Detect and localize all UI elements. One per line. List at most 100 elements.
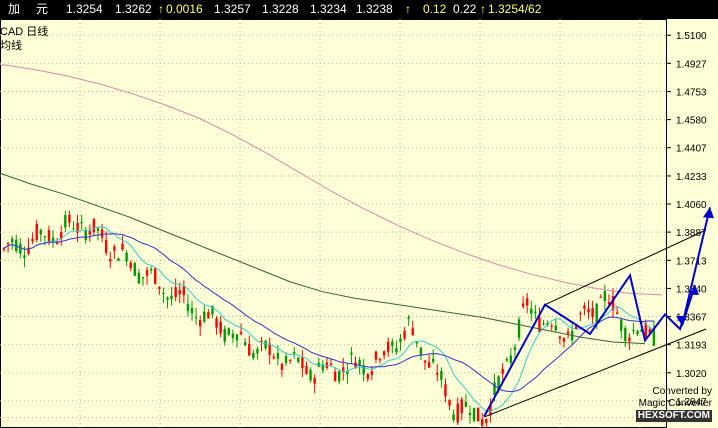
candle-body <box>436 372 439 375</box>
candle-body <box>113 246 116 251</box>
candle-body <box>509 355 513 363</box>
candle-body <box>125 252 128 262</box>
candle-body <box>43 236 47 238</box>
symbol-label: CAD 日线 均线 <box>0 25 48 53</box>
candle-body <box>431 358 435 362</box>
last-price: 1.3254/62 <box>488 2 542 16</box>
symbol-name: CAD 日线 <box>0 26 49 38</box>
candle-body <box>170 295 173 299</box>
candle-body <box>513 347 517 350</box>
candle-body <box>149 268 153 271</box>
candle-body <box>133 263 136 276</box>
candle-body <box>538 317 541 332</box>
candle-body <box>121 243 124 250</box>
candle-body <box>203 311 206 322</box>
candle-body <box>293 352 296 354</box>
candle-body <box>219 321 222 334</box>
candle-body <box>615 312 619 314</box>
candle-body <box>419 347 423 356</box>
y-tick-label: 1.4060 <box>676 200 707 211</box>
candle-body <box>350 352 353 355</box>
candle-body <box>162 292 165 295</box>
candle-body <box>423 360 427 363</box>
candle-body <box>370 371 374 375</box>
candle-body <box>104 239 108 253</box>
candle-body <box>444 384 447 397</box>
ma-very-long-line <box>0 63 663 296</box>
candle-body <box>566 331 570 334</box>
candle-body <box>358 359 361 365</box>
candle-body <box>366 374 369 379</box>
candle-body <box>264 340 267 349</box>
candle-body <box>129 262 132 269</box>
candle-body <box>276 352 280 359</box>
candle-body <box>154 268 157 284</box>
header-title-b: 元 <box>36 2 49 16</box>
candle-body <box>64 215 67 228</box>
candle-body <box>456 403 459 423</box>
candle-body <box>288 360 292 362</box>
candle-body <box>636 330 639 335</box>
candle-body <box>476 407 480 422</box>
header-title-a: 加 <box>8 2 21 16</box>
candle-body <box>554 325 558 331</box>
last-arrow-icon: ↑ <box>480 2 486 16</box>
candle-body <box>464 402 468 407</box>
candle-body <box>145 270 149 276</box>
delta-2: 0.22 <box>453 2 477 16</box>
candle-body <box>534 311 537 314</box>
candle-body <box>96 228 100 231</box>
symbol-indicator: 均线 <box>0 40 22 52</box>
candle-body <box>256 348 259 354</box>
open-price: 1.3254 <box>66 2 103 16</box>
candle-body <box>579 313 582 315</box>
candle-body <box>440 370 443 380</box>
ma-long-line <box>0 172 646 345</box>
candle-body <box>562 338 566 342</box>
candle-body <box>223 328 226 342</box>
y-tick-label: 1.3193 <box>676 341 707 352</box>
candle-body <box>100 229 104 238</box>
candle-body <box>72 228 75 230</box>
candle-body <box>558 336 562 339</box>
candle-body <box>35 224 38 240</box>
candle-body <box>599 296 602 298</box>
candle-body <box>194 316 198 318</box>
candle-body <box>186 303 190 312</box>
candle-body <box>252 352 255 358</box>
candle-body <box>505 358 508 361</box>
candle-body <box>591 307 594 318</box>
candle-body <box>305 365 308 374</box>
candle-body <box>297 357 300 363</box>
candle-body <box>378 359 382 361</box>
candle-body <box>80 221 83 224</box>
candle-body <box>403 331 406 339</box>
candle-body <box>485 418 488 424</box>
candle-body <box>382 351 386 356</box>
candle-body <box>10 238 14 243</box>
change-value: 0.0016 <box>166 2 203 16</box>
candle-body <box>174 287 177 298</box>
candle-body <box>235 334 239 341</box>
watermark-line-3: HEXSOFT.COM <box>635 410 712 422</box>
candle-body <box>411 328 414 336</box>
candle-body <box>632 330 635 332</box>
quote-header: 加 元 1.3254 1.3262 ↑ 0.0016 1.3257 1.3228… <box>0 0 718 19</box>
candle-body <box>117 258 120 261</box>
y-tick-label: 1.4927 <box>676 59 707 70</box>
candle-body <box>329 363 333 365</box>
candle-body <box>47 230 51 243</box>
candle-body <box>284 356 288 363</box>
candle-body <box>31 238 34 242</box>
price-1: 1.3257 <box>214 2 251 16</box>
watermark: Converted by Magic Converter HEXSOFT.COM <box>635 386 712 422</box>
candle-body <box>166 297 169 300</box>
candle-body <box>624 328 627 342</box>
candle-body <box>207 312 210 319</box>
candle-body <box>407 316 410 319</box>
candle-body <box>313 377 316 384</box>
y-tick-label: 1.3020 <box>676 369 707 380</box>
candle-body <box>309 369 312 381</box>
candle-body <box>137 272 141 284</box>
candle-body <box>391 341 394 346</box>
